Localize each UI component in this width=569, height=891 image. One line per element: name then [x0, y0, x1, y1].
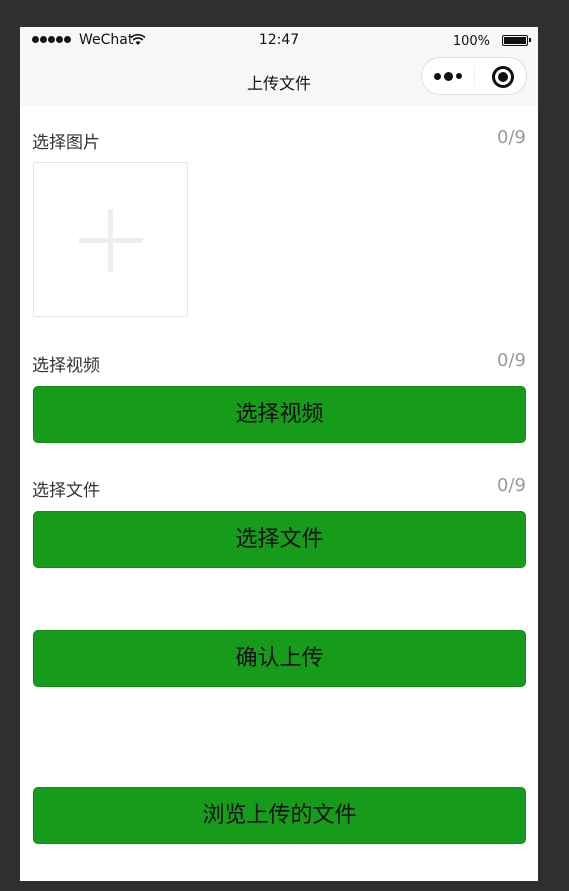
more-dots-icon[interactable]: [434, 68, 462, 84]
capsule-menu: [421, 57, 527, 95]
phone-screen: WeChat 12:47 100% 上传文件 选择图片 0/9 选择视频 0/9…: [20, 27, 538, 881]
file-section-label: 选择文件: [32, 481, 100, 501]
video-count: 0/9: [497, 350, 526, 371]
battery-icon: [502, 35, 531, 46]
status-bar: WeChat 12:47 100%: [20, 27, 538, 55]
browse-uploaded-button[interactable]: 浏览上传的文件: [33, 787, 526, 844]
file-count: 0/9: [497, 475, 526, 496]
video-section-label: 选择视频: [32, 356, 100, 376]
battery-percent: 100%: [452, 34, 490, 49]
plus-icon: [108, 209, 113, 272]
select-video-button[interactable]: 选择视频: [33, 386, 526, 443]
add-image-button[interactable]: [33, 162, 188, 317]
top-bar: WeChat 12:47 100% 上传文件: [20, 27, 538, 106]
select-file-button[interactable]: 选择文件: [33, 511, 526, 568]
capsule-divider: [474, 67, 475, 85]
confirm-upload-button[interactable]: 确认上传: [33, 630, 526, 687]
image-section-label: 选择图片: [32, 133, 100, 153]
capsule-close-icon[interactable]: [492, 66, 514, 88]
image-count: 0/9: [497, 127, 526, 148]
